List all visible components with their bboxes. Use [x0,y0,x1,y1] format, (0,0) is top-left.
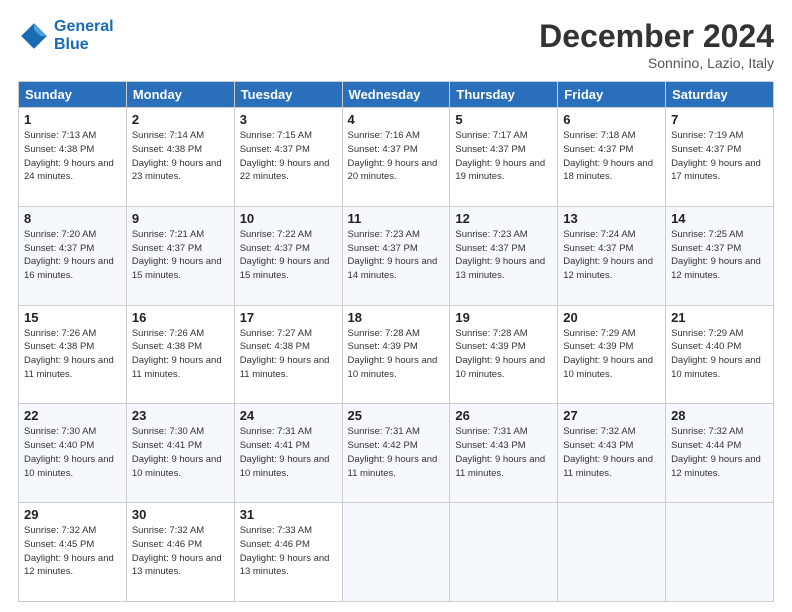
day-cell-31: 31 Sunrise: 7:33 AMSunset: 4:46 PMDaylig… [234,503,342,602]
logo-icon [18,20,50,52]
empty-cell [342,503,450,602]
day-cell-20: 20 Sunrise: 7:29 AMSunset: 4:39 PMDaylig… [558,305,666,404]
table-row: 22 Sunrise: 7:30 AMSunset: 4:40 PMDaylig… [19,404,774,503]
day-cell-13: 13 Sunrise: 7:24 AMSunset: 4:37 PMDaylig… [558,206,666,305]
day-cell-10: 10 Sunrise: 7:22 AMSunset: 4:37 PMDaylig… [234,206,342,305]
day-cell-16: 16 Sunrise: 7:26 AMSunset: 4:38 PMDaylig… [126,305,234,404]
empty-cell [558,503,666,602]
day-cell-24: 24 Sunrise: 7:31 AMSunset: 4:41 PMDaylig… [234,404,342,503]
table-row: 29 Sunrise: 7:32 AMSunset: 4:45 PMDaylig… [19,503,774,602]
calendar-table: Sunday Monday Tuesday Wednesday Thursday… [18,81,774,602]
calendar-page: General Blue December 2024 Sonnino, Lazi… [0,0,792,612]
col-friday: Friday [558,82,666,108]
table-row: 1 Sunrise: 7:13 AMSunset: 4:38 PMDayligh… [19,108,774,207]
day-cell-3: 3 Sunrise: 7:15 AMSunset: 4:37 PMDayligh… [234,108,342,207]
day-cell-23: 23 Sunrise: 7:30 AMSunset: 4:41 PMDaylig… [126,404,234,503]
month-title: December 2024 [539,18,774,55]
col-monday: Monday [126,82,234,108]
day-cell-4: 4 Sunrise: 7:16 AMSunset: 4:37 PMDayligh… [342,108,450,207]
col-thursday: Thursday [450,82,558,108]
day-cell-22: 22 Sunrise: 7:30 AMSunset: 4:40 PMDaylig… [19,404,127,503]
day-cell-27: 27 Sunrise: 7:32 AMSunset: 4:43 PMDaylig… [558,404,666,503]
day-cell-6: 6 Sunrise: 7:18 AMSunset: 4:37 PMDayligh… [558,108,666,207]
header: General Blue December 2024 Sonnino, Lazi… [18,18,774,71]
table-row: 15 Sunrise: 7:26 AMSunset: 4:38 PMDaylig… [19,305,774,404]
day-cell-17: 17 Sunrise: 7:27 AMSunset: 4:38 PMDaylig… [234,305,342,404]
day-cell-15: 15 Sunrise: 7:26 AMSunset: 4:38 PMDaylig… [19,305,127,404]
empty-cell [450,503,558,602]
day-cell-21: 21 Sunrise: 7:29 AMSunset: 4:40 PMDaylig… [666,305,774,404]
table-row: 8 Sunrise: 7:20 AMSunset: 4:37 PMDayligh… [19,206,774,305]
day-cell-8: 8 Sunrise: 7:20 AMSunset: 4:37 PMDayligh… [19,206,127,305]
day-cell-30: 30 Sunrise: 7:32 AMSunset: 4:46 PMDaylig… [126,503,234,602]
day-cell-25: 25 Sunrise: 7:31 AMSunset: 4:42 PMDaylig… [342,404,450,503]
col-sunday: Sunday [19,82,127,108]
day-cell-26: 26 Sunrise: 7:31 AMSunset: 4:43 PMDaylig… [450,404,558,503]
logo-text: General Blue [54,18,114,54]
day-cell-19: 19 Sunrise: 7:28 AMSunset: 4:39 PMDaylig… [450,305,558,404]
day-cell-18: 18 Sunrise: 7:28 AMSunset: 4:39 PMDaylig… [342,305,450,404]
day-cell-29: 29 Sunrise: 7:32 AMSunset: 4:45 PMDaylig… [19,503,127,602]
day-cell-14: 14 Sunrise: 7:25 AMSunset: 4:37 PMDaylig… [666,206,774,305]
day-cell-2: 2 Sunrise: 7:14 AMSunset: 4:38 PMDayligh… [126,108,234,207]
day-cell-5: 5 Sunrise: 7:17 AMSunset: 4:37 PMDayligh… [450,108,558,207]
col-saturday: Saturday [666,82,774,108]
day-cell-28: 28 Sunrise: 7:32 AMSunset: 4:44 PMDaylig… [666,404,774,503]
day-cell-7: 7 Sunrise: 7:19 AMSunset: 4:37 PMDayligh… [666,108,774,207]
day-cell-9: 9 Sunrise: 7:21 AMSunset: 4:37 PMDayligh… [126,206,234,305]
logo: General Blue [18,18,114,54]
col-wednesday: Wednesday [342,82,450,108]
day-cell-1: 1 Sunrise: 7:13 AMSunset: 4:38 PMDayligh… [19,108,127,207]
day-cell-12: 12 Sunrise: 7:23 AMSunset: 4:37 PMDaylig… [450,206,558,305]
empty-cell [666,503,774,602]
col-tuesday: Tuesday [234,82,342,108]
title-section: December 2024 Sonnino, Lazio, Italy [539,18,774,71]
day-cell-11: 11 Sunrise: 7:23 AMSunset: 4:37 PMDaylig… [342,206,450,305]
location: Sonnino, Lazio, Italy [539,55,774,71]
